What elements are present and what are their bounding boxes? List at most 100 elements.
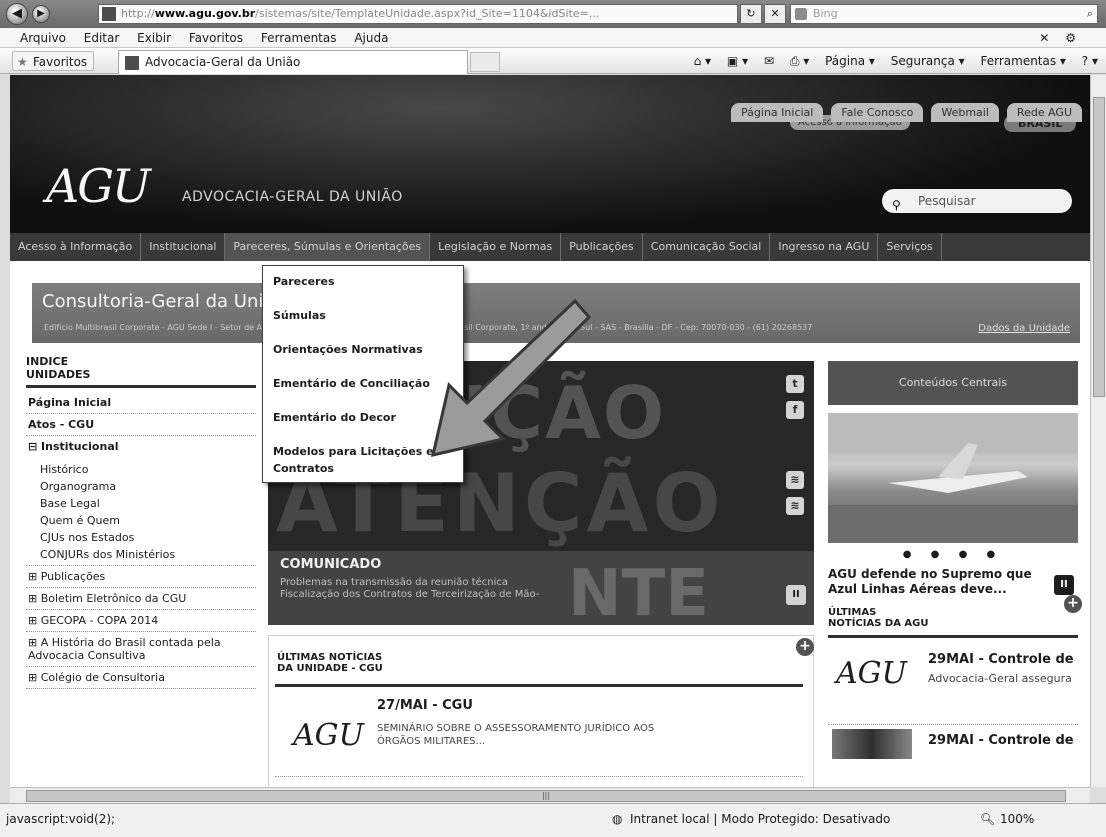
scroll-thumb[interactable]: ||| (26, 790, 1066, 802)
address-prefix: http:// (121, 7, 155, 20)
stop-icon[interactable]: ✕ (764, 4, 786, 24)
carousel-caption[interactable]: AGU defende no Supremo que Azul Linhas A… (828, 567, 1078, 597)
conteudos-centrais-header: Conteúdos Centrais (828, 361, 1078, 405)
nav-ingresso[interactable]: Ingresso na AGU (770, 233, 879, 261)
unit-news-text[interactable]: SEMINÁRIO SOBRE O ASSESSORAMENTO JURÍDIC… (377, 722, 657, 748)
sidebar-item-gecopa[interactable]: ⊞ GECOPA - COPA 2014 (26, 610, 256, 632)
cmd-pagina[interactable]: Página ▾ (825, 54, 875, 68)
sidebar-sub-conjurs[interactable]: CONJURs dos Ministérios (26, 546, 256, 566)
unit-data-link[interactable]: Dados da Unidade (978, 323, 1070, 334)
sidebar-heading: INDICE UNIDADES (26, 355, 256, 388)
unit-news-date[interactable]: 27/MAI - CGU (377, 698, 473, 713)
nav-comunicacao[interactable]: Comunicação Social (643, 233, 771, 261)
nav-servicos[interactable]: Serviços (878, 233, 942, 261)
agu-news-title[interactable]: 29MAI - Controle de (928, 652, 1074, 667)
unit-news-heading: ÚLTIMAS NOTÍCIAS DA UNIDADE - CGU (277, 652, 383, 674)
feeds-icon[interactable]: ▣ ▾ (727, 54, 748, 68)
web-page: Acesso à Informação BRASIL Página Inicia… (10, 75, 1090, 787)
site-favicon-icon (102, 7, 116, 21)
site-search-label: Pesquisar (918, 194, 976, 208)
home-icon[interactable]: ⌂ ▾ (694, 54, 711, 68)
carousel-pause-button[interactable]: II (1054, 575, 1074, 595)
sidebar-sub-quem-e-quem[interactable]: Quem é Quem (26, 512, 256, 529)
banner-caption: COMUNICADO (280, 557, 382, 572)
sidebar-item-home[interactable]: Página Inicial (26, 392, 256, 414)
agu-news-title[interactable]: 29MAI - Controle de (928, 733, 1074, 748)
menu-arquivo[interactable]: Arquivo (20, 31, 66, 45)
nav-publicacoes[interactable]: Publicações (561, 233, 643, 261)
sidebar-item-colegio[interactable]: ⊞ Colégio de Consultoria (26, 667, 256, 689)
banner-pause-button[interactable]: II (786, 585, 806, 605)
menu-exibir[interactable]: Exibir (137, 31, 171, 45)
menu-ajuda[interactable]: Ajuda (354, 31, 388, 45)
site-search-input[interactable]: ⚲ Pesquisar (882, 189, 1072, 213)
sidebar-heading-line1: INDICE (26, 355, 69, 368)
site-name: ADVOCACIA-GERAL DA UNIÃO (182, 189, 403, 205)
favorites-button[interactable]: Favoritos (12, 51, 95, 72)
airplane-icon (828, 413, 1078, 543)
sidebar-sub-cjus[interactable]: CJUs nos Estados (26, 529, 256, 546)
carousel-caption-text: AGU defende no Supremo que Azul Linhas A… (828, 567, 1032, 596)
vertical-scrollbar[interactable] (1090, 75, 1106, 787)
agu-news-item[interactable]: 29MAI - Controle de (828, 724, 1078, 759)
toolbar-extra-icons[interactable]: ✕ ⚙ (1039, 28, 1082, 48)
sidebar-item-publicacoes[interactable]: ⊞ Publicações (26, 566, 256, 588)
globe-icon: ◍ (612, 812, 623, 826)
forward-icon[interactable]: ▶ (32, 5, 50, 23)
new-tab-button[interactable] (470, 52, 500, 72)
nav-acesso[interactable]: Acesso à Informação (10, 233, 142, 261)
menu-editar[interactable]: Editar (84, 31, 120, 45)
rss-alt-icon[interactable]: ≋ (786, 497, 804, 515)
search-icon[interactable]: ⌕ (1087, 5, 1093, 23)
status-bar: javascript:void(2); ◍ Intranet local | M… (0, 803, 1106, 837)
banner-lines: Problemas na transmissão da reunião técn… (280, 577, 539, 601)
menu-favoritos[interactable]: Favoritos (189, 31, 243, 45)
bing-icon (795, 8, 807, 20)
sidebar-item-institucional[interactable]: ⊟ Institucional (26, 436, 256, 457)
cmd-seguranca[interactable]: Segurança ▾ (891, 54, 965, 68)
tab-agu[interactable]: Advocacia-Geral da União (118, 50, 468, 74)
agu-news-item[interactable]: AGU 29MAI - Controle de Advocacia-Geral … (828, 646, 1078, 710)
banner-text-bottom: NTE (568, 557, 709, 625)
agu-news-logo: AGU (836, 656, 907, 691)
link-webmail[interactable]: Webmail (931, 103, 999, 122)
link-fale-conosco[interactable]: Fale Conosco (831, 103, 924, 122)
back-icon[interactable]: ◀ (6, 3, 28, 25)
zoom-icon[interactable]: 🔍︎ (980, 804, 995, 834)
header-links: Página Inicial Fale Conosco Webmail Rede AG… (723, 103, 1082, 122)
menu-ferramentas[interactable]: Ferramentas (261, 31, 337, 45)
airplane-photo[interactable] (828, 413, 1078, 543)
link-rede-agu[interactable]: Rede AGU (1006, 103, 1082, 122)
sidebar-item-boletim[interactable]: ⊞ Boletim Eletrônico da CGU (26, 588, 256, 610)
carousel-dots[interactable]: ● ● ● ● (828, 543, 1078, 567)
link-pagina-inicial[interactable]: Página Inicial (731, 103, 824, 122)
cmd-ferramentas[interactable]: Ferramentas ▾ (980, 54, 1065, 68)
security-zone[interactable]: Intranet local | Modo Protegido: Desativ… (630, 804, 890, 834)
help-icon[interactable]: ? ▾ (1082, 54, 1098, 68)
refresh-icon[interactable]: ↻ (740, 4, 762, 24)
sidebar-sub-historico[interactable]: Histórico (26, 461, 256, 478)
mail-icon[interactable]: ✉ (764, 54, 774, 68)
nav-pareceres[interactable]: Pareceres, Súmulas e Orientações (225, 233, 431, 261)
sidebar-item-historia[interactable]: ⊞ A História do Brasil contada pela Advo… (26, 632, 256, 667)
print-icon[interactable]: ⎙ ▾ (790, 54, 809, 68)
search-input[interactable]: Bing ⌕ (790, 4, 1098, 24)
zoom-level[interactable]: 100% (1000, 804, 1034, 834)
plus-icon[interactable]: + (1064, 595, 1082, 613)
agu-news-subtitle: Advocacia-Geral assegura (928, 672, 1072, 685)
twitter-icon[interactable]: t (786, 375, 804, 393)
nav-institucional[interactable]: Institucional (141, 233, 226, 261)
agu-logo[interactable]: AGU (46, 159, 151, 213)
sidebar-sub-base-legal[interactable]: Base Legal (26, 495, 256, 512)
plus-icon[interactable]: + (796, 638, 814, 656)
scroll-thumb[interactable] (1093, 97, 1105, 397)
unit-news-logo: AGU (293, 718, 364, 753)
horizontal-scrollbar[interactable]: ||| (10, 787, 1090, 803)
nav-legislacao[interactable]: Legislação e Normas (430, 233, 562, 261)
address-field[interactable]: http://www.agu.gov.br/sistemas/site/Temp… (98, 4, 738, 24)
sidebar-sub-organograma[interactable]: Organograma (26, 478, 256, 495)
rss-icon[interactable]: ≋ (786, 471, 804, 489)
facebook-icon[interactable]: f (786, 401, 804, 419)
agu-news-heading-2: NOTÍCIAS DA AGU (828, 618, 929, 629)
sidebar-item-atos[interactable]: Atos - CGU (26, 414, 256, 436)
